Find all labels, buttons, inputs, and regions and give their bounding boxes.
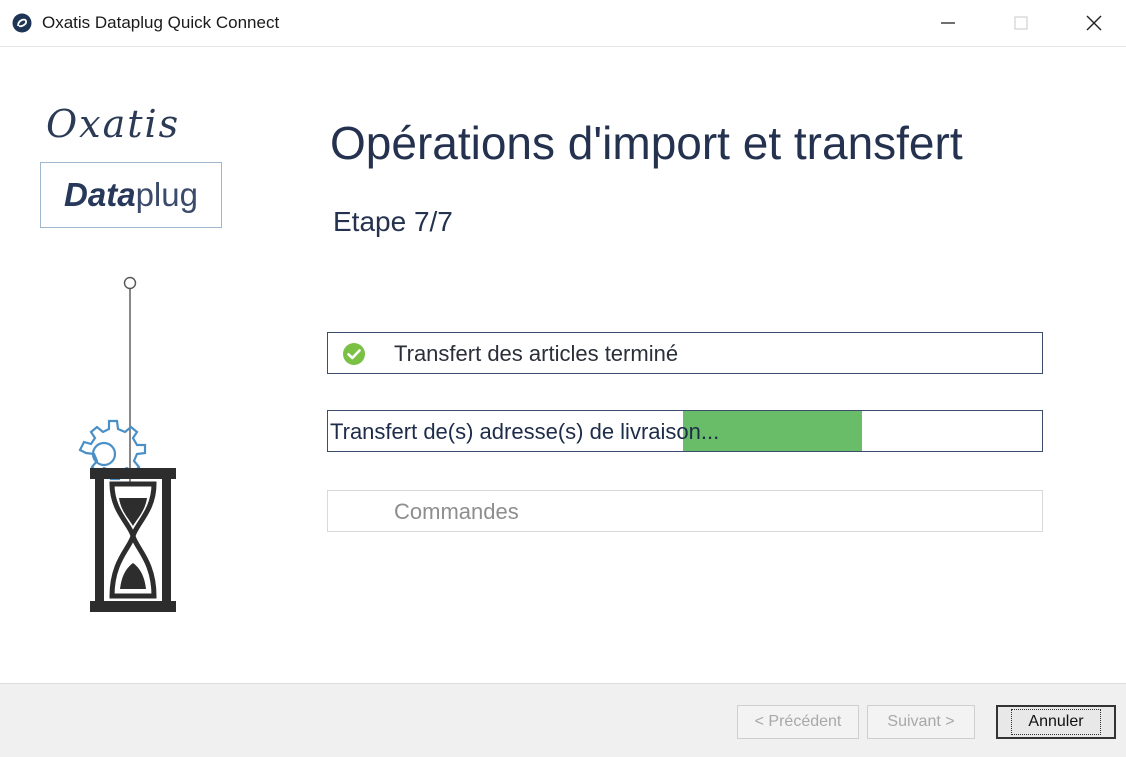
- check-circle-icon: [343, 343, 365, 365]
- next-button[interactable]: Suivant >: [867, 705, 975, 739]
- app-logo-icon: [12, 13, 32, 33]
- previous-button[interactable]: < Précédent: [737, 705, 859, 739]
- task-label: Transfert de(s) adresse(s) de livraison.…: [330, 419, 720, 444]
- title-bar: Oxatis Dataplug Quick Connect: [0, 0, 1126, 47]
- minimize-button[interactable]: [920, 0, 976, 46]
- window-title: Oxatis Dataplug Quick Connect: [42, 13, 280, 32]
- task-delivery-addresses: Transfert de(s) adresse(s) de livraison.…: [327, 410, 1043, 452]
- task-orders: Commandes: [327, 490, 1043, 532]
- hourglass-icon: [90, 468, 176, 612]
- task-articles: Transfert des articles terminé: [327, 332, 1043, 374]
- dataplug-logo-bold: Data: [64, 176, 136, 213]
- task-label: Commandes: [394, 499, 519, 524]
- oxatis-logo: Oxatis: [46, 102, 181, 146]
- brand-panel: Oxatis Data plug: [0, 46, 280, 612]
- cancel-button[interactable]: Annuler: [996, 705, 1116, 739]
- close-icon: [1086, 15, 1102, 31]
- page-title: Opérations d'import et transfert: [330, 117, 963, 169]
- task-label: Transfert des articles terminé: [394, 341, 679, 366]
- dataplug-logo: Data plug: [40, 162, 222, 228]
- minimize-icon: [941, 22, 955, 24]
- close-button[interactable]: [1066, 0, 1122, 46]
- maximize-icon: [1014, 16, 1028, 30]
- step-indicator: Etape 7/7: [333, 206, 453, 237]
- dataplug-logo-rest: plug: [135, 176, 198, 213]
- footer-bar: < Précédent Suivant > Annuler: [0, 683, 1126, 757]
- hourglass-gear-illustration: [78, 276, 176, 612]
- cancel-button-label: Annuler: [1011, 709, 1101, 735]
- maximize-button[interactable]: [993, 0, 1049, 46]
